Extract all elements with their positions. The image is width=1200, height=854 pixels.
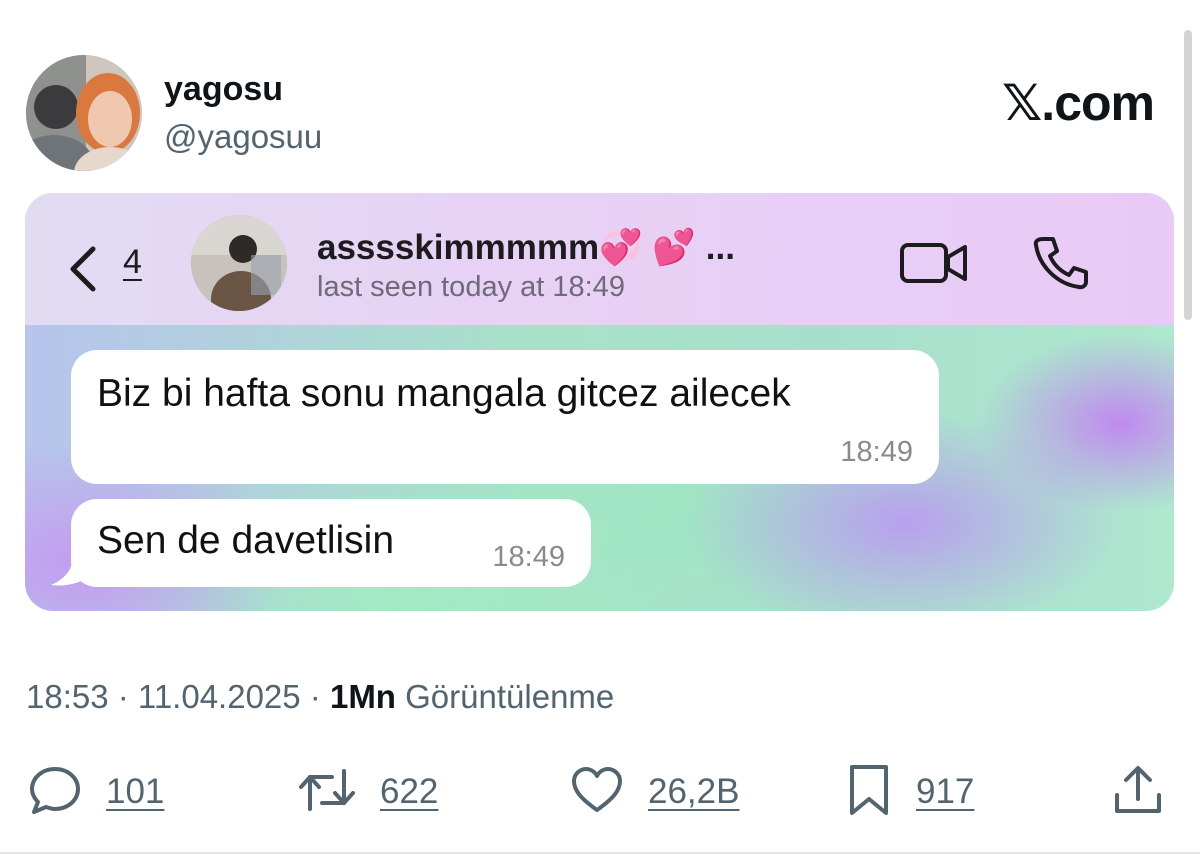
bookmark-count: 917 bbox=[916, 772, 975, 811]
share-upload-icon bbox=[1112, 763, 1164, 822]
reply-count: 101 bbox=[106, 772, 165, 811]
views-label: Görüntülenme bbox=[405, 678, 615, 715]
share-button[interactable] bbox=[1112, 762, 1164, 822]
views-count: 1Mn bbox=[329, 678, 396, 715]
phone-icon[interactable] bbox=[1031, 235, 1091, 296]
user-handle[interactable]: @yagosuu bbox=[164, 118, 322, 156]
unread-count[interactable]: 4 bbox=[123, 243, 142, 282]
tweet-time[interactable]: 18:53 bbox=[26, 678, 109, 715]
hearts-emoji: 💞 💕 bbox=[599, 228, 697, 267]
message-time: 18:49 bbox=[492, 541, 565, 573]
repost-count: 622 bbox=[380, 772, 439, 811]
message-text: Biz bi hafta sonu mangala gitcez ailecek bbox=[97, 372, 791, 415]
contact-name[interactable]: asssskimmmmm💞 💕 ... bbox=[317, 227, 735, 268]
bookmark-button[interactable]: 917 bbox=[846, 762, 974, 822]
repost-button[interactable]: 622 bbox=[298, 762, 438, 822]
heart-icon bbox=[570, 765, 624, 820]
message-bubble[interactable]: Sen de davetlisin 18:49 bbox=[71, 499, 591, 587]
speech-bubble-icon bbox=[28, 765, 82, 820]
chat-screenshot: 4 asssskimmmmm💞 💕 ... last seen today at… bbox=[25, 193, 1174, 611]
meta-separator: · bbox=[300, 678, 330, 715]
bubble-tail bbox=[51, 555, 91, 594]
chat-header: 4 asssskimmmmm💞 💕 ... last seen today at… bbox=[25, 193, 1174, 325]
display-name[interactable]: yagosu bbox=[164, 70, 283, 109]
repost-arrows-icon bbox=[298, 765, 356, 820]
video-camera-icon[interactable] bbox=[899, 239, 969, 292]
contact-avatar[interactable] bbox=[191, 215, 287, 311]
message-time: 18:49 bbox=[840, 436, 913, 468]
meta-separator: · bbox=[108, 678, 138, 715]
message-bubble[interactable]: Biz bi hafta sonu mangala gitcez ailecek… bbox=[71, 350, 939, 484]
like-count: 26,2B bbox=[648, 772, 740, 811]
x-brand-logo: 𝕏.com bbox=[1002, 75, 1155, 131]
message-text: Sen de davetlisin bbox=[97, 519, 395, 562]
like-button[interactable]: 26,2B bbox=[570, 762, 739, 822]
reply-button[interactable]: 101 bbox=[28, 762, 164, 822]
last-seen-status: last seen today at 18:49 bbox=[317, 271, 625, 303]
tweet-screenshot: yagosu @yagosuu 𝕏.com 4 asssskimmmmm💞 💕 … bbox=[0, 0, 1200, 854]
tweet-meta: 18:53 · 11.04.2025 · 1Mn Görüntülenme bbox=[26, 678, 614, 716]
tweet-date[interactable]: 11.04.2025 bbox=[138, 678, 301, 715]
scrollbar[interactable] bbox=[1184, 30, 1192, 320]
bookmark-icon bbox=[846, 763, 892, 822]
user-avatar[interactable] bbox=[26, 55, 142, 171]
name-ellipsis: ... bbox=[705, 228, 735, 267]
chevron-left-icon[interactable] bbox=[65, 245, 101, 298]
